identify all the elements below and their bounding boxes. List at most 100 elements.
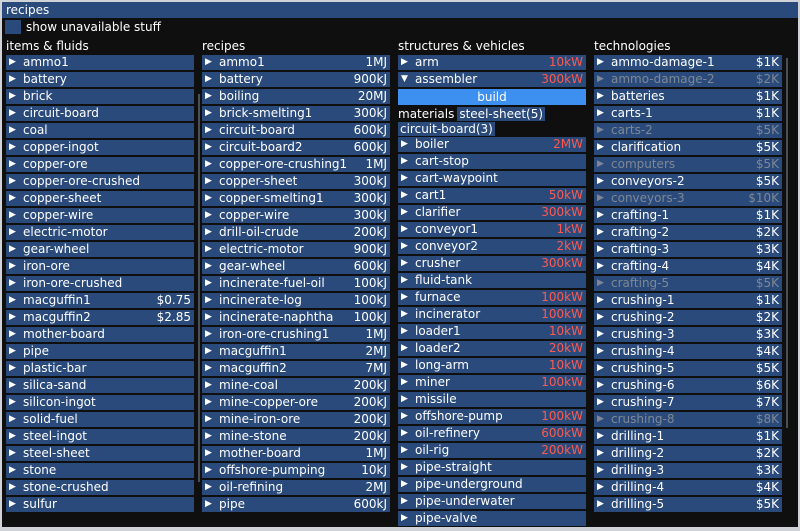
technology-row[interactable]: ▶ crushing-8 $8K (594, 412, 782, 427)
recipe-row[interactable]: ▶ oil-refining 2MJ (202, 480, 390, 495)
expand-arrow-icon[interactable]: ▶ (401, 341, 415, 356)
recipe-row[interactable]: ▶ incinerate-naphtha 100kJ (202, 310, 390, 325)
expand-arrow-icon[interactable]: ▶ (205, 191, 219, 206)
recipe-row[interactable]: ▶ mine-iron-ore 200kJ (202, 412, 390, 427)
expand-arrow-icon[interactable]: ▶ (401, 460, 415, 475)
expand-arrow-icon[interactable]: ▶ (9, 106, 23, 121)
expand-arrow-icon[interactable]: ▶ (9, 157, 23, 172)
expand-arrow-icon[interactable]: ▶ (9, 140, 23, 155)
recipe-row[interactable]: ▶ copper-smelting1 300kJ (202, 191, 390, 206)
expand-arrow-icon[interactable]: ▶ (205, 395, 219, 410)
expand-arrow-icon[interactable]: ▶ (401, 443, 415, 458)
expand-arrow-icon[interactable]: ▶ (401, 324, 415, 339)
item-row[interactable]: ▶ pipe (6, 344, 194, 359)
expand-arrow-icon[interactable]: ▶ (9, 55, 23, 70)
item-row[interactable]: ▶ ammo1 (6, 55, 194, 70)
expand-arrow-icon[interactable]: ▶ (401, 375, 415, 390)
structure-row[interactable]: ▶ fluid-tank (398, 273, 586, 288)
expand-arrow-icon[interactable]: ▶ (9, 395, 23, 410)
technology-row[interactable]: ▶ crafting-5 $5K (594, 276, 782, 291)
expand-arrow-icon[interactable]: ▶ (597, 276, 611, 291)
item-row[interactable]: ▶ gear-wheel (6, 242, 194, 257)
expand-arrow-icon[interactable]: ▶ (597, 378, 611, 393)
item-row[interactable]: ▶ silica-sand (6, 378, 194, 393)
technology-row[interactable]: ▶ crushing-5 $5K (594, 361, 782, 376)
structure-row[interactable]: ▶ incinerator 100kW (398, 307, 586, 322)
structure-row[interactable]: ▶ pipe-underwater (398, 494, 586, 509)
expand-arrow-icon[interactable]: ▶ (401, 494, 415, 509)
recipe-row[interactable]: ▶ gear-wheel 600kJ (202, 259, 390, 274)
structure-row[interactable]: ▶ pipe-underground (398, 477, 586, 492)
item-row[interactable]: ▶ copper-ore (6, 157, 194, 172)
expand-arrow-icon[interactable]: ▶ (205, 429, 219, 444)
item-row[interactable]: ▶ iron-ore-crushed (6, 276, 194, 291)
item-row[interactable]: ▶ sulfur (6, 497, 194, 512)
expand-arrow-icon[interactable]: ▶ (597, 89, 611, 104)
expand-arrow-icon[interactable]: ▶ (401, 477, 415, 492)
expand-arrow-icon[interactable]: ▶ (401, 290, 415, 305)
expand-arrow-icon[interactable]: ▶ (205, 225, 219, 240)
recipe-row[interactable]: ▶ copper-sheet 300kJ (202, 174, 390, 189)
structure-row[interactable]: ▶ arm 10kW (398, 55, 586, 70)
expand-arrow-icon[interactable]: ▶ (401, 188, 415, 203)
expand-arrow-icon[interactable]: ▶ (9, 344, 23, 359)
expand-arrow-icon[interactable]: ▶ (9, 89, 23, 104)
technology-row[interactable]: ▶ crushing-7 $7K (594, 395, 782, 410)
expand-arrow-icon[interactable]: ▶ (401, 222, 415, 237)
expand-arrow-icon[interactable]: ▶ (597, 55, 611, 70)
expand-arrow-icon[interactable]: ▶ (205, 55, 219, 70)
item-row[interactable]: ▶ circuit-board (6, 106, 194, 121)
item-row[interactable]: ▶ steel-sheet (6, 446, 194, 461)
recipe-row[interactable]: ▶ mine-copper-ore 200kJ (202, 395, 390, 410)
expand-arrow-icon[interactable]: ▶ (205, 361, 219, 376)
expand-arrow-icon[interactable]: ▶ (205, 208, 219, 223)
item-row[interactable]: ▶ mother-board (6, 327, 194, 342)
technology-row[interactable]: ▶ conveyors-2 $5K (594, 174, 782, 189)
expand-arrow-icon[interactable]: ▶ (401, 171, 415, 186)
expand-arrow-icon[interactable]: ▶ (9, 225, 23, 240)
expand-arrow-icon[interactable]: ▶ (9, 412, 23, 427)
expand-arrow-icon[interactable]: ▶ (597, 429, 611, 444)
expand-arrow-icon[interactable]: ▶ (597, 208, 611, 223)
expand-arrow-icon[interactable]: ▶ (9, 259, 23, 274)
expand-arrow-icon[interactable]: ▶ (9, 378, 23, 393)
expand-arrow-icon[interactable]: ▶ (597, 446, 611, 461)
item-row[interactable]: ▶ electric-motor (6, 225, 194, 240)
technology-row[interactable]: ▶ drilling-3 $3K (594, 463, 782, 478)
recipe-row[interactable]: ▶ battery 900kJ (202, 72, 390, 87)
expand-arrow-icon[interactable]: ▶ (9, 361, 23, 376)
technology-row[interactable]: ▶ drilling-2 $2K (594, 446, 782, 461)
item-row[interactable]: ▶ copper-sheet (6, 191, 194, 206)
structure-row[interactable]: ▶ conveyor1 1kW (398, 222, 586, 237)
structure-row[interactable]: ▶ offshore-pump 100kW (398, 409, 586, 424)
expand-arrow-icon[interactable]: ▶ (9, 191, 23, 206)
recipe-row[interactable]: ▶ iron-ore-crushing1 1MJ (202, 327, 390, 342)
expand-arrow-icon[interactable]: ▶ (205, 293, 219, 308)
recipe-row[interactable]: ▶ copper-wire 300kJ (202, 208, 390, 223)
expand-arrow-icon[interactable]: ▶ (597, 191, 611, 206)
item-row[interactable]: ▶ macguffin1 $0.75 (6, 293, 194, 308)
expand-arrow-icon[interactable]: ▶ (401, 205, 415, 220)
expand-arrow-icon[interactable]: ▶ (205, 174, 219, 189)
technology-row[interactable]: ▶ computers $5K (594, 157, 782, 172)
technology-row[interactable]: ▶ clarification $5K (594, 140, 782, 155)
structure-row[interactable]: ▶ pipe-valve (398, 511, 586, 526)
expand-arrow-icon[interactable]: ▶ (9, 123, 23, 138)
expand-arrow-icon[interactable]: ▶ (597, 480, 611, 495)
technologies-scrollbar[interactable] (786, 58, 788, 428)
technology-row[interactable]: ▶ crushing-3 $3K (594, 327, 782, 342)
technology-row[interactable]: ▶ crafting-1 $1K (594, 208, 782, 223)
expand-arrow-icon[interactable]: ▶ (205, 72, 219, 87)
recipe-row[interactable]: ▶ circuit-board2 600kJ (202, 140, 390, 155)
show-unavailable-label[interactable]: show unavailable stuff (26, 20, 161, 34)
recipe-row[interactable]: ▶ macguffin1 2MJ (202, 344, 390, 359)
item-row[interactable]: ▶ battery (6, 72, 194, 87)
expand-arrow-icon[interactable]: ▶ (597, 259, 611, 274)
expand-arrow-icon[interactable]: ▶ (401, 409, 415, 424)
expand-arrow-icon[interactable]: ▶ (401, 137, 415, 152)
expand-arrow-icon[interactable]: ▶ (597, 310, 611, 325)
structure-row[interactable]: ▶ cart-waypoint (398, 171, 586, 186)
expand-arrow-icon[interactable]: ▶ (205, 412, 219, 427)
material-chip[interactable]: circuit-board(3) (398, 122, 495, 136)
item-row[interactable]: ▶ stone (6, 463, 194, 478)
